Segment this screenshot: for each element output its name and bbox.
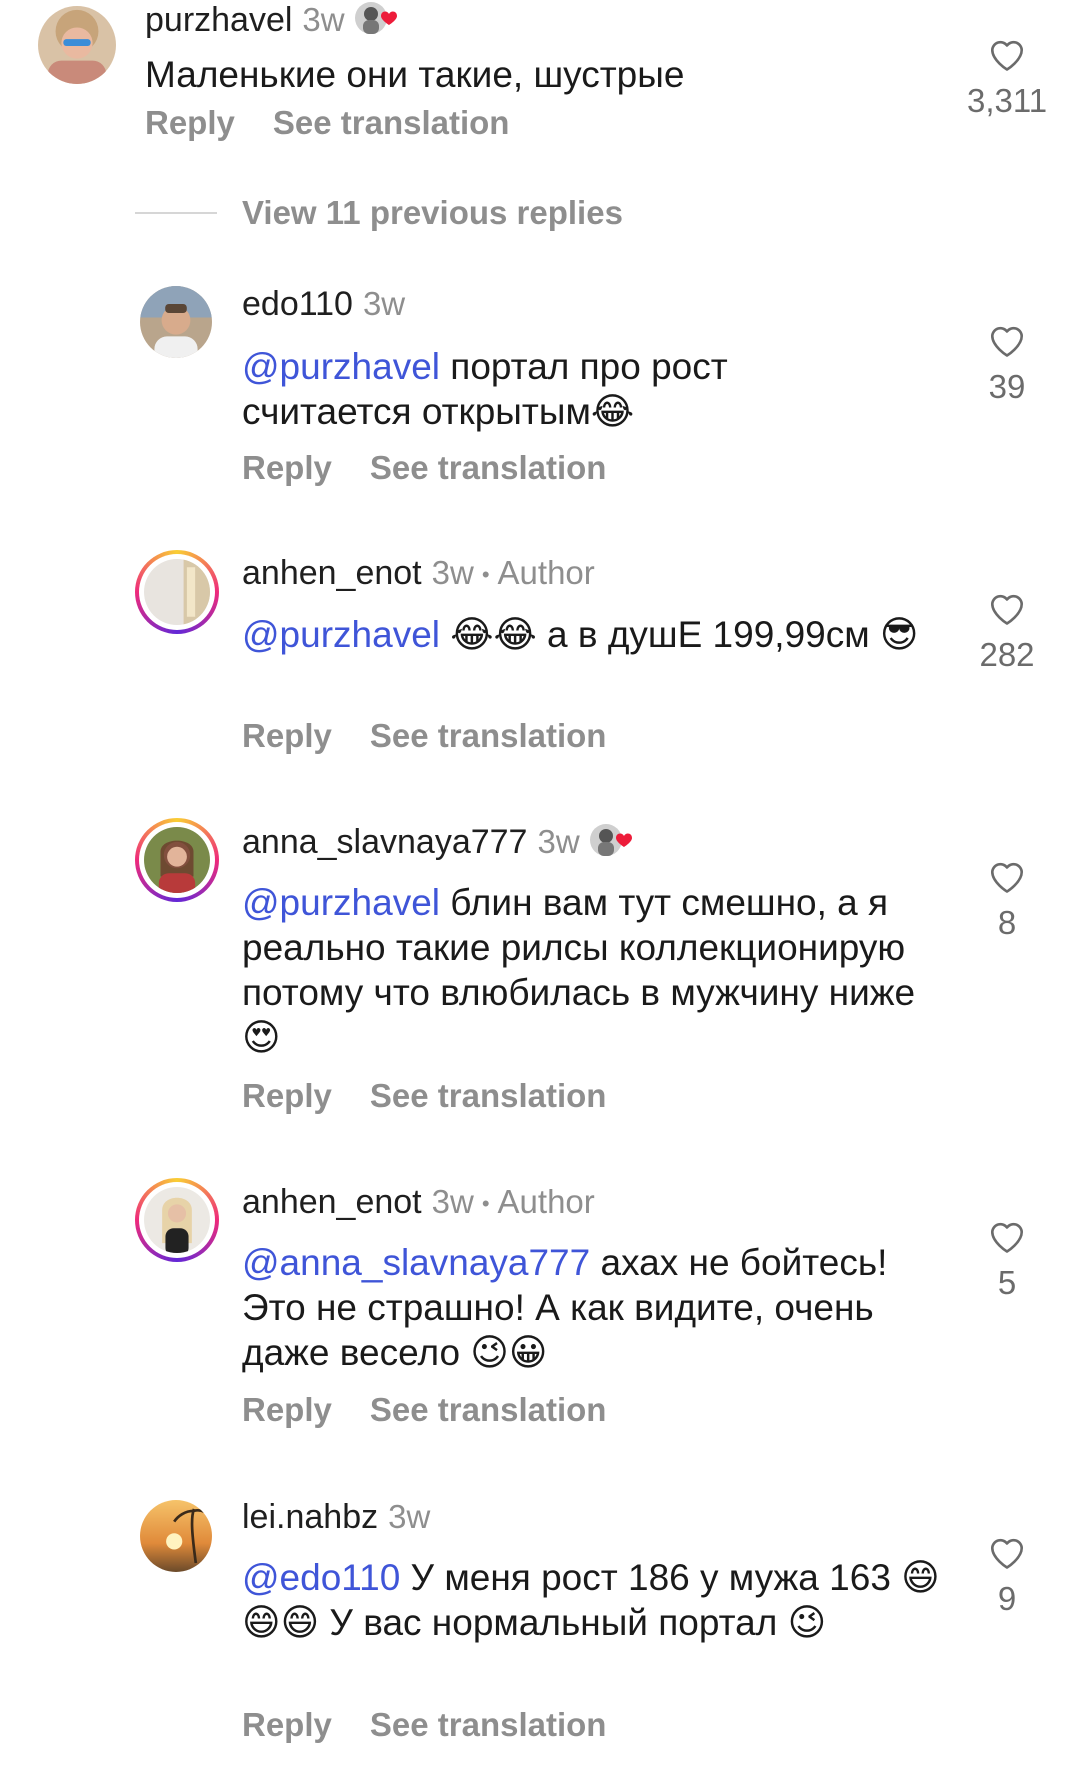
see-translation-button[interactable]: See translation <box>370 1077 607 1114</box>
avatar[interactable] <box>140 286 212 358</box>
username[interactable]: lei.nahbz <box>242 1498 378 1536</box>
divider <box>135 212 217 214</box>
like-button[interactable]: 9 <box>967 1534 1047 1618</box>
comment-text: Маленькие они такие, шустрые <box>145 54 685 95</box>
like-count: 9 <box>997 1580 1017 1617</box>
avatar <box>144 559 210 625</box>
like-count: 282 <box>979 636 1035 673</box>
comment-text: @purzhavel блин вам тут смешно, а я реал… <box>242 880 942 1060</box>
see-translation-button[interactable]: See translation <box>370 717 607 754</box>
heart-icon <box>990 326 1024 357</box>
comment-text: @anna_slavnaya777 ахах не бойтесь! Это н… <box>242 1240 942 1375</box>
author-badge: Author <box>497 1183 595 1220</box>
reply-button[interactable]: Reply <box>145 104 235 141</box>
mention-link[interactable]: @edo110 <box>242 1557 400 1598</box>
timestamp: 3w <box>302 1 345 38</box>
see-translation-button[interactable]: See translation <box>370 1706 607 1743</box>
comment-text: @edo110 У меня рост 186 у мужа 163 😄😄😄 У… <box>242 1555 942 1645</box>
reply-button[interactable]: Reply <box>242 449 332 486</box>
view-previous-replies-button[interactable]: View 11 previous replies <box>242 194 623 232</box>
like-count: 8 <box>997 904 1017 941</box>
timestamp: 3w <box>537 823 580 860</box>
reply-button[interactable]: Reply <box>242 717 332 754</box>
mention-link[interactable]: @anna_slavnaya777 <box>242 1242 590 1283</box>
heart-icon <box>990 862 1024 893</box>
username[interactable]: anna_slavnaya777 <box>242 823 527 861</box>
like-button[interactable]: 8 <box>967 858 1047 942</box>
mention-link[interactable]: @purzhavel <box>242 882 440 923</box>
author-liked-icon <box>588 820 634 860</box>
avatar[interactable] <box>140 1500 212 1572</box>
heart-icon <box>990 1538 1024 1569</box>
like-button[interactable]: 39 <box>967 322 1047 406</box>
username[interactable]: anhen_enot <box>242 554 422 592</box>
reply-button[interactable]: Reply <box>242 1391 332 1428</box>
author-badge: Author <box>497 554 595 591</box>
like-button[interactable]: 5 <box>967 1218 1047 1302</box>
see-translation-button[interactable]: See translation <box>370 1391 607 1428</box>
like-button[interactable]: 282 <box>967 590 1047 674</box>
timestamp: 3w <box>388 1498 431 1535</box>
comment-text: @purzhavel портал про рост считается отк… <box>242 344 782 434</box>
comment-text: @purzhavel 😂😂 а в душЕ 199,99см 😎 <box>242 612 942 657</box>
story-ring[interactable] <box>135 550 219 634</box>
avatar <box>144 1187 210 1253</box>
timestamp: 3w <box>431 554 474 591</box>
username[interactable]: anhen_enot <box>242 1183 422 1221</box>
avatar[interactable] <box>38 6 116 84</box>
see-translation-button[interactable]: See translation <box>370 449 607 486</box>
heart-icon <box>990 594 1024 625</box>
like-button[interactable]: 3,311 <box>967 36 1047 120</box>
heart-icon <box>990 1222 1024 1253</box>
mention-link[interactable]: @purzhavel <box>242 346 440 387</box>
reply-button[interactable]: Reply <box>242 1706 332 1743</box>
timestamp: 3w <box>431 1183 474 1220</box>
mention-link[interactable]: @purzhavel <box>242 614 440 655</box>
avatar <box>144 827 210 893</box>
like-count: 39 <box>988 368 1026 405</box>
see-translation-button[interactable]: See translation <box>273 104 510 141</box>
timestamp: 3w <box>362 285 406 322</box>
comment-body: 😂😂 а в душЕ 199,99см 😎 <box>440 614 919 655</box>
username[interactable]: edo110 <box>242 285 353 323</box>
story-ring[interactable] <box>135 818 219 902</box>
reply-button[interactable]: Reply <box>242 1077 332 1114</box>
separator-dot: • <box>481 1191 490 1217</box>
username[interactable]: purzhavel <box>145 1 292 39</box>
author-liked-icon <box>353 0 399 38</box>
like-count: 3,311 <box>967 82 1048 119</box>
heart-icon <box>990 40 1024 71</box>
like-count: 5 <box>997 1264 1017 1301</box>
story-ring[interactable] <box>135 1178 219 1262</box>
separator-dot: • <box>481 562 490 588</box>
